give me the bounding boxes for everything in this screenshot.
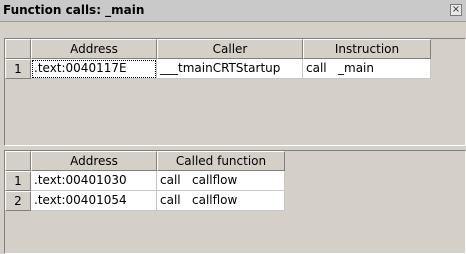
table-row[interactable]: 1 .text:0040117E ___tmainCRTStartup call… (5, 59, 431, 79)
row-number[interactable]: 1 (5, 171, 31, 191)
table-row[interactable]: 2 .text:00401054 call callflow (5, 191, 285, 211)
instruction-target: _main (338, 61, 374, 75)
window-title: Function calls: _main (3, 3, 145, 17)
callees-column-address[interactable]: Address (31, 151, 157, 171)
callees-header-row: Address Called function (5, 151, 285, 171)
callers-column-instruction[interactable]: Instruction (303, 39, 431, 59)
callers-column-caller[interactable]: Caller (157, 39, 303, 59)
title-bar[interactable]: Function calls: _main × (0, 0, 466, 22)
row-number[interactable]: 2 (5, 191, 31, 211)
instruction-opcode: call (306, 61, 327, 75)
instruction-opcode: call (160, 193, 181, 207)
callee-address-cell[interactable]: .text:00401030 (31, 171, 157, 191)
callees-column-called-function[interactable]: Called function (157, 151, 285, 171)
callers-header-row: Address Caller Instruction (5, 39, 431, 59)
instruction-opcode: call (160, 173, 181, 187)
callers-pane: Address Caller Instruction 1 .text:00401… (4, 38, 466, 146)
function-calls-window: Function calls: _main × Address Caller I… (0, 0, 466, 254)
caller-instruction-cell[interactable]: call _main (303, 59, 431, 79)
callee-function-cell[interactable]: call callflow (157, 191, 285, 211)
instruction-target: callflow (192, 173, 238, 187)
callees-pane: Address Called function 1 .text:00401030… (4, 150, 466, 254)
row-number-header (5, 39, 31, 59)
caller-address-cell[interactable]: .text:0040117E (31, 59, 157, 79)
row-number-header (5, 151, 31, 171)
row-number[interactable]: 1 (5, 59, 31, 79)
table-row[interactable]: 1 .text:00401030 call callflow (5, 171, 285, 191)
caller-name-cell[interactable]: ___tmainCRTStartup (157, 59, 303, 79)
close-icon[interactable]: × (450, 4, 462, 16)
callee-address-cell[interactable]: .text:00401054 (31, 191, 157, 211)
callee-function-cell[interactable]: call callflow (157, 171, 285, 191)
callers-column-address[interactable]: Address (31, 39, 157, 59)
instruction-target: callflow (192, 193, 238, 207)
